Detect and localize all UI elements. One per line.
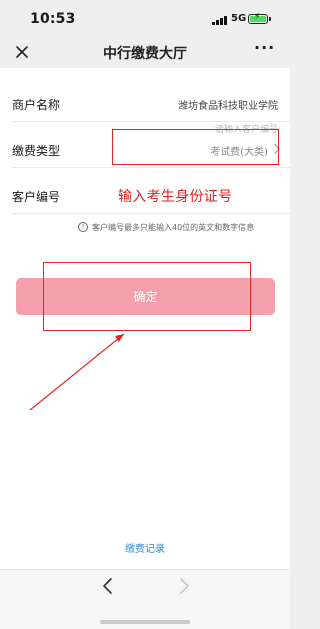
annotation-box-fee-type	[112, 129, 279, 165]
info-icon: !	[78, 222, 88, 232]
payment-history-link[interactable]: 缴费记录	[0, 540, 290, 555]
annotation-box-confirm	[43, 262, 251, 331]
divider	[12, 213, 290, 214]
signal-icon	[212, 16, 228, 25]
page-title: 中行缴费大厅	[103, 46, 187, 62]
forward-icon	[176, 576, 192, 596]
annotation-text: 输入考生身份证号	[118, 189, 233, 205]
merchant-label: 商户名称	[12, 98, 61, 112]
divider	[12, 167, 290, 168]
fee-type-label: 缴费类型	[12, 144, 61, 158]
hint-text: 客户编号最多只能输入40位的英文和数字信息	[92, 223, 255, 232]
battery-icon: ⚡	[248, 12, 271, 24]
hint-row: ! 客户编号最多只能输入40位的英文和数字信息	[0, 220, 290, 240]
merchant-value: 潍坊食品科技职业学院	[178, 101, 278, 112]
network-label: 5G	[231, 13, 247, 24]
status-time: 10:53	[30, 11, 76, 27]
customer-no-label: 客户编号	[12, 190, 61, 204]
more-icon[interactable]: ···	[254, 38, 275, 57]
close-icon[interactable]	[12, 42, 32, 62]
nav-bar: 中行缴费大厅 ···	[0, 38, 290, 66]
status-bar: 10:53 5G ⚡	[0, 0, 290, 38]
home-indicator	[100, 620, 190, 624]
merchant-row: 商户名称 潍坊食品科技职业学院	[0, 84, 290, 122]
bottom-toolbar	[0, 569, 290, 629]
back-icon[interactable]	[100, 576, 116, 596]
